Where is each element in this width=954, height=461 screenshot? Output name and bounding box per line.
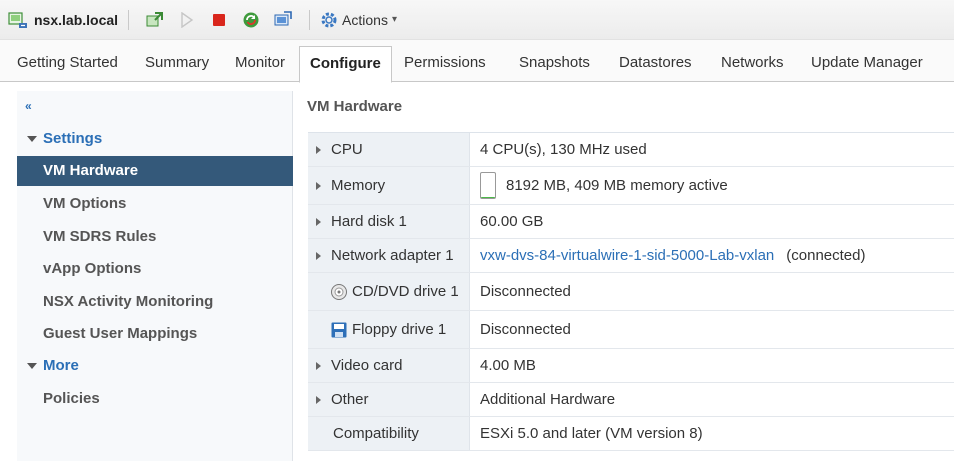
hw-row-toggle[interactable]: Other: [308, 383, 470, 416]
floppy-icon: [330, 321, 348, 339]
tab-summary[interactable]: Summary: [145, 48, 209, 82]
chevron-down-icon: [27, 362, 37, 369]
hw-row-toggle[interactable]: Network adapter 1: [308, 239, 470, 272]
hw-row-video-card: Video card 4.00 MB: [308, 349, 954, 383]
sidebar-item-policies[interactable]: Policies: [17, 384, 293, 414]
cd-icon: [330, 283, 348, 301]
settings-group-label: Settings: [43, 130, 103, 147]
sidebar-item-vapp-options[interactable]: vApp Options: [17, 254, 293, 284]
hw-label-cell: Floppy drive 1: [308, 311, 470, 348]
tab-networks[interactable]: Networks: [721, 48, 784, 82]
hw-label-cell: Compatibility: [308, 417, 470, 450]
hw-label: Video card: [331, 357, 403, 374]
hw-row-memory: Memory 8192 MB, 409 MB memory active: [308, 167, 954, 205]
memory-usage-bar: [480, 172, 496, 199]
hw-row-toggle[interactable]: CPU: [308, 133, 470, 166]
sidebar-item-guest-user-mappings[interactable]: Guest User Mappings: [17, 319, 293, 349]
more-group-header[interactable]: More: [27, 357, 79, 374]
sidebar-item-nsx-activity-monitoring[interactable]: NSX Activity Monitoring: [17, 287, 293, 317]
hw-value: 4.00 MB: [480, 357, 536, 374]
hw-row-toggle[interactable]: Video card: [308, 349, 470, 382]
toolbar-separator: [128, 9, 130, 30]
actions-label: Actions: [342, 11, 388, 28]
hw-row-toggle[interactable]: Hard disk 1: [308, 205, 470, 238]
vm-title[interactable]: nsx.lab.local: [8, 11, 118, 29]
actions-menu[interactable]: Actions ▾: [320, 11, 397, 29]
toolbar: nsx.lab.local Actions ▾: [0, 0, 954, 40]
hw-value: ESXi 5.0 and later (VM version 8): [480, 425, 703, 442]
more-group-label: More: [43, 357, 79, 374]
tab-datastores[interactable]: Datastores: [619, 48, 692, 82]
chevron-right-icon: [316, 395, 321, 404]
migrate-icon[interactable]: [146, 11, 164, 29]
tab-monitor[interactable]: Monitor: [235, 48, 285, 82]
hw-row-cd-dvd: CD/DVD drive 1 Disconnected: [308, 273, 954, 311]
sidebar-item-vm-hardware[interactable]: VM Hardware: [17, 156, 293, 186]
settings-group-header[interactable]: Settings: [27, 130, 102, 147]
hw-row-cpu: CPU 4 CPU(s), 130 MHz used: [308, 133, 954, 167]
hw-value: 8192 MB, 409 MB memory active: [506, 177, 728, 194]
chevron-right-icon: [316, 145, 321, 154]
hw-value-cell: 8192 MB, 409 MB memory active: [470, 167, 954, 204]
connection-status: (connected): [786, 247, 866, 264]
refresh-icon[interactable]: [242, 11, 260, 29]
toolbar-separator: [309, 9, 311, 30]
vm-hardware-table: CPU 4 CPU(s), 130 MHz used Memory 8192 M…: [308, 132, 954, 451]
hw-label: Compatibility: [333, 425, 419, 442]
hw-row-toggle[interactable]: Memory: [308, 167, 470, 204]
power-off-icon[interactable]: [210, 11, 228, 29]
hw-label: CD/DVD drive 1: [352, 283, 459, 300]
hw-label: Other: [331, 391, 369, 408]
hw-label: Floppy drive 1: [352, 321, 447, 338]
hw-value: Disconnected: [480, 321, 571, 338]
tab-configure[interactable]: Configure: [299, 46, 392, 83]
hw-label-cell: CD/DVD drive 1: [308, 273, 470, 310]
network-link[interactable]: vxw-dvs-84-virtualwire-1-sid-5000-Lab-vx…: [480, 247, 774, 264]
chevron-right-icon: [316, 217, 321, 226]
tab-getting-started[interactable]: Getting Started: [17, 48, 118, 82]
tab-bar: Getting Started Summary Monitor Configur…: [0, 40, 954, 83]
chevron-right-icon: [316, 251, 321, 260]
sidebar-item-vm-sdrs-rules[interactable]: VM SDRS Rules: [17, 222, 293, 252]
tab-snapshots[interactable]: Snapshots: [519, 48, 590, 82]
sidebar-item-vm-options[interactable]: VM Options: [17, 189, 293, 219]
vm-name: nsx.lab.local: [34, 11, 119, 28]
page-title: VM Hardware: [307, 98, 403, 115]
vm-icon: [8, 11, 28, 29]
hw-value-cell: vxw-dvs-84-virtualwire-1-sid-5000-Lab-vx…: [470, 239, 954, 272]
gear-icon: [320, 11, 338, 29]
hw-label: Network adapter 1: [331, 247, 454, 264]
chevron-right-icon: [316, 361, 321, 370]
hw-label: CPU: [331, 141, 363, 158]
hw-row-other: Other Additional Hardware: [308, 383, 954, 417]
hw-row-compatibility: Compatibility ESXi 5.0 and later (VM ver…: [308, 417, 954, 451]
hw-row-network-adapter: Network adapter 1 vxw-dvs-84-virtualwire…: [308, 239, 954, 273]
hw-label: Memory: [331, 177, 386, 194]
tab-permissions[interactable]: Permissions: [404, 48, 486, 82]
chevron-right-icon: [316, 181, 321, 190]
settings-sidebar: « Settings VM Hardware VM Options VM SDR…: [17, 91, 293, 461]
chevron-down-icon: [27, 135, 37, 142]
hw-value: Disconnected: [480, 283, 571, 300]
power-on-icon[interactable]: [178, 11, 196, 29]
hw-row-floppy: Floppy drive 1 Disconnected: [308, 311, 954, 349]
console-icon[interactable]: [274, 10, 292, 29]
chevron-down-icon: ▾: [391, 14, 397, 25]
memory-usage-fill: [481, 196, 495, 198]
hw-value: 60.00 GB: [480, 213, 544, 230]
tab-update-manager[interactable]: Update Manager: [811, 48, 923, 82]
hw-row-hard-disk: Hard disk 1 60.00 GB: [308, 205, 954, 239]
collapse-sidebar-icon[interactable]: «: [25, 99, 32, 113]
hw-label: Hard disk 1: [331, 213, 407, 230]
hw-value: 4 CPU(s), 130 MHz used: [480, 141, 647, 158]
hw-value: Additional Hardware: [480, 391, 616, 408]
